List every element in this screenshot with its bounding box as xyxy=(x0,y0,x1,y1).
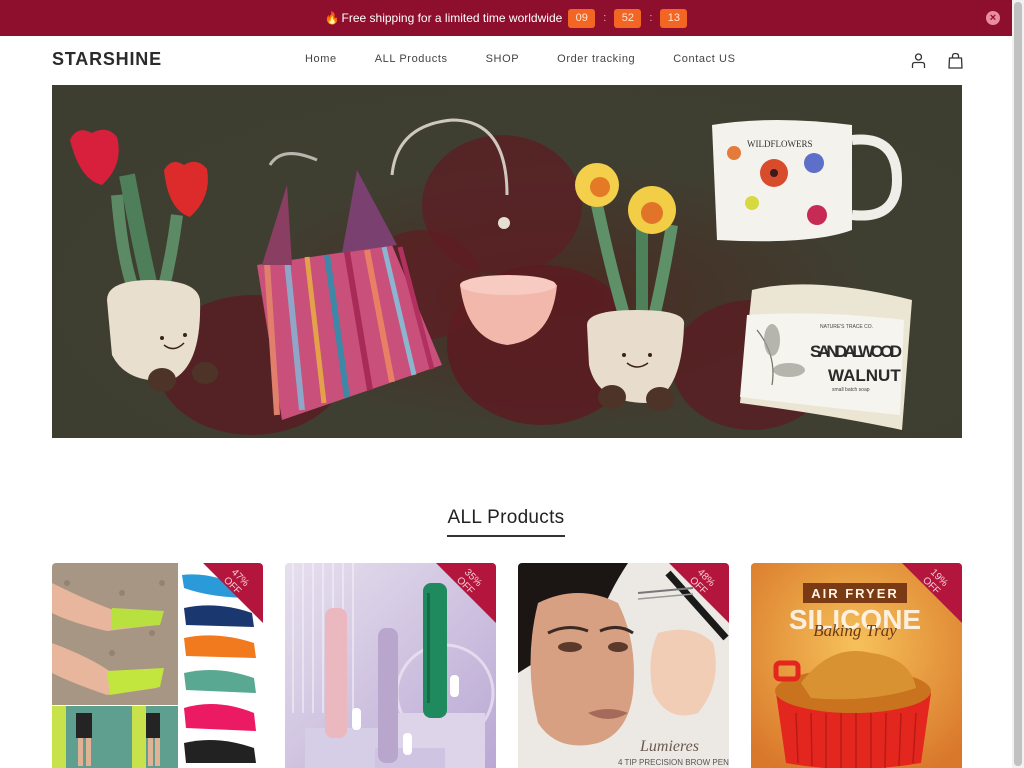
section-title: ALL Products xyxy=(447,507,565,528)
fire-icon: 🔥 xyxy=(324,11,340,25)
site-logo[interactable]: STARSHINE xyxy=(52,49,162,70)
account-icon[interactable] xyxy=(910,52,927,69)
announcement-bar: 🔥 Free shipping for a limited time world… xyxy=(0,0,1012,36)
soap-brand: NATURE'S TRACE CO. xyxy=(820,324,873,330)
nav-contact-us[interactable]: Contact US xyxy=(673,53,735,65)
product-image-script: Baking Tray xyxy=(813,621,897,640)
scrollbar-thumb[interactable] xyxy=(1014,2,1022,766)
site-header: STARSHINE Home ALL Products SHOP Order t… xyxy=(0,36,1012,84)
hero-image: WILDFLOWERS NATURE'S TRACE CO. SANDALWOO… xyxy=(70,118,912,435)
countdown-separator: : xyxy=(603,12,607,24)
product-card[interactable]: AIR FRYER SILICONE Baking Tray 19% OFF xyxy=(751,563,962,768)
countdown-hours: 09 xyxy=(568,8,596,28)
mug-label: WILDFLOWERS xyxy=(747,139,813,149)
countdown-separator: : xyxy=(649,12,653,24)
countdown-minutes: 52 xyxy=(614,8,642,28)
product-image-caption: 4 TIP PRECISION BROW PEN xyxy=(618,758,729,767)
close-icon: × xyxy=(989,12,997,24)
product-image-script: Lumieres xyxy=(639,738,699,755)
soap-line-1: SANDALWOOD xyxy=(810,342,902,361)
soap-line-2: WALNUT xyxy=(828,366,901,385)
main-nav: Home ALL Products SHOP Order tracking Co… xyxy=(305,53,736,65)
product-card[interactable]: 47% OFF xyxy=(52,563,263,768)
nav-shop[interactable]: SHOP xyxy=(486,53,520,65)
close-announcement-button[interactable]: × xyxy=(986,11,1000,25)
section-title-underline xyxy=(447,535,565,537)
header-icons xyxy=(910,52,964,69)
page-scrollbar[interactable] xyxy=(1012,0,1024,768)
countdown-seconds: 13 xyxy=(660,8,688,28)
nav-all-products[interactable]: ALL Products xyxy=(375,53,448,65)
soap-sub: small batch soap xyxy=(832,387,870,393)
cart-bag-icon[interactable] xyxy=(947,52,964,69)
product-card[interactable]: 35% OFF xyxy=(285,563,496,768)
product-image-title: AIR FRYER xyxy=(811,586,899,601)
product-card[interactable]: Lumieres 4 TIP PRECISION BROW PEN 48% OF… xyxy=(518,563,729,768)
announcement-message: 🔥 Free shipping for a limited time world… xyxy=(325,11,563,25)
nav-home[interactable]: Home xyxy=(305,53,337,65)
announcement-text: Free shipping for a limited time worldwi… xyxy=(341,11,563,25)
nav-order-tracking[interactable]: Order tracking xyxy=(557,53,635,65)
hero-banner[interactable]: WILDFLOWERS NATURE'S TRACE CO. SANDALWOO… xyxy=(52,85,962,438)
